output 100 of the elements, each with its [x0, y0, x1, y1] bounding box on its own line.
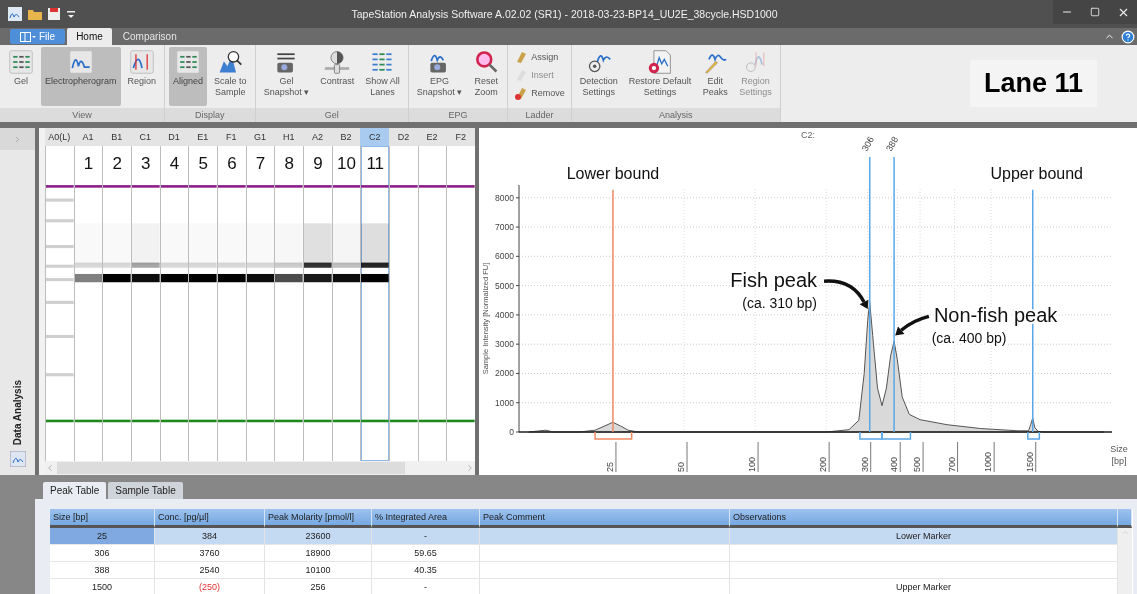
ribbon-group-label: View	[0, 108, 165, 122]
peak-size-label: 388	[884, 135, 901, 153]
table-cell: 18900	[265, 545, 372, 562]
gel-lanes-icon	[8, 49, 34, 75]
contrast-slider-icon	[324, 49, 351, 75]
lane-number: 3	[141, 154, 151, 174]
magnifier-icon	[473, 49, 500, 75]
ribbon-group-label: Analysis	[571, 108, 780, 122]
x-tick	[957, 441, 959, 473]
ribbon-button[interactable]: Reset Zoom	[469, 47, 504, 106]
x-tick	[686, 441, 688, 473]
panel-icon	[20, 31, 36, 42]
dropdown-icon[interactable]	[66, 8, 76, 20]
lane-header[interactable]: D2	[389, 128, 418, 146]
column-header[interactable]: Size [bp]	[50, 509, 155, 528]
x-tick-label: 1500	[1024, 451, 1035, 472]
lane-header[interactable]: D1	[159, 128, 189, 146]
zoom-chart-icon	[217, 49, 244, 75]
lane-number: 5	[198, 154, 208, 174]
y-tick-label: 1000	[495, 397, 514, 408]
lane-header[interactable]: F1	[217, 128, 246, 146]
x-tick	[922, 441, 924, 473]
table-cell: 384	[155, 528, 265, 545]
ribbon-button[interactable]: Edit Peaks	[698, 47, 733, 106]
bound-label: Lower bound	[566, 164, 660, 182]
gel-lanes-icon	[175, 49, 202, 75]
callout-arrow	[823, 279, 869, 310]
y-tick-label: 0	[509, 427, 514, 437]
ribbon-button[interactable]: Scale to Sample	[210, 47, 251, 106]
x-tick	[1035, 441, 1037, 473]
table-tab[interactable]: Peak Table	[43, 482, 107, 499]
scrollbar-thumb[interactable]	[57, 462, 405, 474]
lane-header[interactable]: G1	[245, 128, 275, 146]
header-corner	[1118, 509, 1132, 528]
help-icon[interactable]	[1121, 29, 1135, 44]
document-reset-icon	[647, 49, 674, 75]
app-icon[interactable]	[8, 7, 22, 21]
region-bracket	[1027, 431, 1041, 440]
lane-header[interactable]: A1	[73, 128, 103, 146]
lane-header[interactable]: A2	[303, 128, 332, 146]
ribbon-button[interactable]: Contrast	[316, 47, 359, 106]
lane-header[interactable]: H1	[274, 128, 304, 146]
ladder-button[interactable]: Assign	[514, 50, 565, 64]
table-cell: -	[372, 528, 480, 545]
peak-graph-icon	[67, 49, 94, 75]
x-tick	[870, 441, 872, 473]
x-tick-label: 300	[859, 456, 870, 472]
ribbon-button[interactable]: Aligned	[169, 47, 208, 106]
table-cell: 25	[50, 528, 155, 545]
lane-number: 4	[169, 154, 180, 174]
y-tick-label: 6000	[495, 251, 514, 262]
save-icon[interactable]	[48, 8, 60, 20]
x-tick-label: 700	[946, 456, 957, 472]
table-cell: 388	[50, 562, 155, 579]
lane-header[interactable]: C1	[131, 128, 160, 146]
ribbon-button[interactable]: Gel Snapshot ▾	[259, 47, 314, 106]
x-tick-label: 25	[604, 462, 615, 472]
ribbon-group-label: Ladder	[508, 108, 571, 122]
lane-header[interactable]: C2	[360, 128, 390, 146]
column-header[interactable]: % Integrated Area	[372, 509, 480, 528]
ribbon-tab[interactable]: Comparison	[113, 28, 186, 45]
callout-note: (ca. 310 bp)	[742, 295, 818, 312]
ribbon-button[interactable]: Restore Default Settings	[624, 47, 696, 106]
column-header[interactable]: Observations	[730, 509, 1118, 528]
analysis-icon[interactable]	[9, 451, 26, 467]
ribbon-button[interactable]: Show All Lanes	[361, 47, 404, 106]
side-panel-label[interactable]: Data Analysis	[12, 379, 23, 445]
lane-header[interactable]: E1	[188, 128, 218, 146]
folder-icon[interactable]	[28, 8, 42, 20]
column-header[interactable]: Conc. [pg/µl]	[155, 509, 265, 528]
column-header[interactable]: Peak Molarity [pmol/l]	[265, 509, 372, 528]
region-bracket	[594, 431, 633, 440]
lane-number: 6	[227, 154, 237, 174]
ladder-button[interactable]: Remove	[514, 86, 565, 100]
lane-header[interactable]: B2	[331, 128, 361, 146]
ribbon-button[interactable]: Gel	[4, 47, 38, 106]
callout-note: (ca. 400 bp)	[931, 330, 1007, 347]
table-cell: 59.65	[372, 545, 480, 562]
y-tick-label: 5000	[495, 280, 514, 291]
table-cell: 10100	[265, 562, 372, 579]
bound-label: Upper bound	[990, 164, 1083, 182]
table-cell: 3760	[155, 545, 265, 562]
ribbon-group-label: Gel	[255, 108, 408, 122]
column-header[interactable]: Peak Comment	[480, 509, 730, 528]
lane-number: 10	[337, 154, 356, 174]
lane-header[interactable]: A0(L)	[45, 128, 74, 146]
x-tick	[615, 441, 617, 473]
lane-header[interactable]: F2	[446, 128, 476, 146]
x-tick-label: 50	[676, 462, 686, 472]
ribbon-button[interactable]: Region	[123, 47, 161, 106]
lane-number: 8	[284, 154, 294, 174]
ribbon-button[interactable]: Electropherogram	[41, 47, 121, 106]
ribbon-button[interactable]: Detection Settings	[575, 47, 622, 106]
lane-header[interactable]: B1	[102, 128, 131, 146]
vertical-scrollbar[interactable]	[1118, 528, 1132, 594]
ribbon-button[interactable]: EPG Snapshot ▾	[412, 47, 467, 106]
ribbon-tab[interactable]: Home	[67, 28, 112, 45]
x-tick	[993, 441, 995, 473]
table-tab[interactable]: Sample Table	[108, 482, 183, 499]
lane-header[interactable]: E2	[417, 128, 447, 146]
